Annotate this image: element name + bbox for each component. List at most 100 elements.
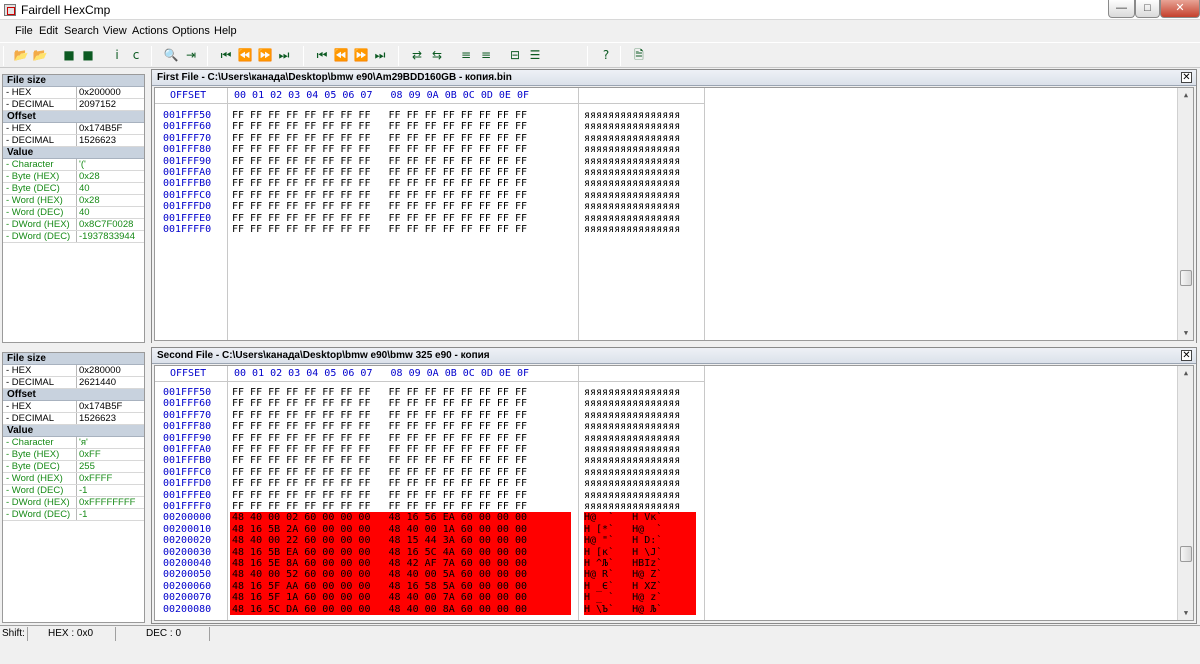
stop-icon[interactable]: ■: [60, 46, 78, 64]
menu-actions[interactable]: Actions: [132, 25, 168, 37]
row-ascii[interactable]: яяяяяяяяяяяяяяяя: [584, 224, 696, 235]
split-view-icon[interactable]: ⊟: [506, 46, 524, 64]
row-ascii[interactable]: яяяяяяяяяяяяяяяя: [584, 455, 696, 466]
row-hex-bytes[interactable]: FF FF FF FF FF FF FF FF FF FF FF FF FF F…: [230, 478, 571, 489]
open-first-icon[interactable]: 📂: [12, 46, 30, 64]
row-hex-bytes[interactable]: FF FF FF FF FF FF FF FF FF FF FF FF FF F…: [230, 156, 571, 167]
list-icon[interactable]: ☰: [526, 46, 544, 64]
row-ascii[interactable]: яяяяяяяяяяяяяяяя: [584, 421, 696, 432]
close-button[interactable]: ✕: [1160, 0, 1200, 18]
row-hex-bytes[interactable]: FF FF FF FF FF FF FF FF FF FF FF FF FF F…: [230, 167, 571, 178]
sync-right-icon[interactable]: ⇆: [428, 46, 446, 64]
find-icon[interactable]: 🔍: [162, 46, 180, 64]
row-ascii[interactable]: яяяяяяяяяяяяяяяя: [584, 410, 696, 421]
row-ascii[interactable]: яяяяяяяяяяяяяяяя: [584, 121, 696, 132]
menu-options[interactable]: Options: [172, 25, 210, 37]
row-hex-bytes[interactable]: 48 16 5B 2A 60 00 00 00 48 40 00 1A 60 0…: [230, 523, 571, 536]
first-file-hex-view[interactable]: OFFSET 00 01 02 03 04 05 06 07 08 09 0A …: [154, 87, 1194, 341]
row-hex-bytes[interactable]: FF FF FF FF FF FF FF FF FF FF FF FF FF F…: [230, 455, 571, 466]
row-ascii[interactable]: яяяяяяяяяяяяяяяя: [584, 178, 696, 189]
row-ascii[interactable]: яяяяяяяяяяяяяяяя: [584, 467, 696, 478]
menu-edit[interactable]: Edit: [39, 25, 58, 37]
maximize-button[interactable]: □: [1135, 0, 1160, 18]
row-hex-bytes[interactable]: FF FF FF FF FF FF FF FF FF FF FF FF FF F…: [230, 398, 571, 409]
close-pane-icon[interactable]: ✕: [1181, 72, 1192, 83]
row-ascii[interactable]: яяяяяяяяяяяяяяяя: [584, 501, 696, 512]
row-ascii[interactable]: H _Є` H XZ`: [584, 580, 696, 593]
row-hex-bytes[interactable]: FF FF FF FF FF FF FF FF FF FF FF FF FF F…: [230, 444, 571, 455]
row-ascii[interactable]: яяяяяяяяяяяяяяяя: [584, 190, 696, 201]
row-ascii[interactable]: яяяяяяяяяяяяяяяя: [584, 144, 696, 155]
row-hex-bytes[interactable]: FF FF FF FF FF FF FF FF FF FF FF FF FF F…: [230, 213, 571, 224]
row-ascii[interactable]: H [к` H \J`: [584, 546, 696, 558]
open-second-icon[interactable]: 📂: [31, 46, 49, 64]
about-icon[interactable]: 🗎: [630, 46, 648, 64]
row-hex-bytes[interactable]: 48 16 5C DA 60 00 00 00 48 40 00 8A 60 0…: [230, 603, 571, 615]
menu-help[interactable]: Help: [214, 25, 237, 37]
scroll-up-icon[interactable]: ▲: [1178, 88, 1193, 102]
row-hex-bytes[interactable]: FF FF FF FF FF FF FF FF FF FF FF FF FF F…: [230, 421, 571, 432]
row-hex-bytes[interactable]: FF FF FF FF FF FF FF FF FF FF FF FF FF F…: [230, 190, 571, 201]
row-ascii[interactable]: яяяяяяяяяяяяяяяя: [584, 478, 696, 489]
prev-diff-2-icon[interactable]: ⏪: [332, 46, 350, 64]
row-ascii[interactable]: яяяяяяяяяяяяяяяя: [584, 387, 696, 398]
next-diff-icon[interactable]: ⏩: [256, 46, 274, 64]
row-hex-bytes[interactable]: FF FF FF FF FF FF FF FF FF FF FF FF FF F…: [230, 178, 571, 189]
row-hex-bytes[interactable]: FF FF FF FF FF FF FF FF FF FF FF FF FF F…: [230, 201, 571, 212]
row-hex-bytes[interactable]: FF FF FF FF FF FF FF FF FF FF FF FF FF F…: [230, 433, 571, 444]
scroll-down-icon[interactable]: ▼: [1178, 326, 1193, 340]
row-hex-bytes[interactable]: FF FF FF FF FF FF FF FF FF FF FF FF FF F…: [230, 133, 571, 144]
align-left-icon[interactable]: ≡: [457, 46, 475, 64]
row-hex-bytes[interactable]: FF FF FF FF FF FF FF FF FF FF FF FF FF F…: [230, 410, 571, 421]
row-hex-bytes[interactable]: FF FF FF FF FF FF FF FF FF FF FF FF FF F…: [230, 490, 571, 501]
row-ascii[interactable]: яяяяяяяяяяяяяяяя: [584, 133, 696, 144]
row-hex-bytes[interactable]: 48 40 00 22 60 00 00 00 48 15 44 3A 60 0…: [230, 535, 571, 547]
row-ascii[interactable]: яяяяяяяяяяяяяяяя: [584, 490, 696, 501]
row-ascii[interactable]: яяяяяяяяяяяяяяяя: [584, 444, 696, 455]
row-ascii[interactable]: H \Ъ` H@ Љ`: [584, 603, 696, 615]
row-ascii[interactable]: H _ ` H@ z`: [584, 592, 696, 604]
second-file-hex-view[interactable]: OFFSET 00 01 02 03 04 05 06 07 08 09 0A …: [154, 365, 1194, 621]
minimize-button[interactable]: —: [1108, 0, 1135, 18]
compare-icon[interactable]: c: [127, 46, 145, 64]
stop-second-icon[interactable]: ■: [79, 46, 97, 64]
first-file-scrollbar[interactable]: ▲ ▼: [1177, 88, 1193, 340]
find-next-icon[interactable]: ⇥: [182, 46, 200, 64]
close-pane-icon[interactable]: ✕: [1181, 350, 1192, 361]
row-hex-bytes[interactable]: 48 16 5F AA 60 00 00 00 48 16 58 5A 60 0…: [230, 580, 571, 593]
row-ascii[interactable]: H [*` H@ `: [584, 523, 696, 536]
row-ascii[interactable]: яяяяяяяяяяяяяяяя: [584, 167, 696, 178]
info-icon[interactable]: i: [108, 46, 126, 64]
last-diff-icon[interactable]: ⏭: [275, 46, 293, 64]
row-hex-bytes[interactable]: FF FF FF FF FF FF FF FF FF FF FF FF FF F…: [230, 121, 571, 132]
align-right-icon[interactable]: ≡: [477, 46, 495, 64]
row-hex-bytes[interactable]: 48 16 5F 1A 60 00 00 00 48 40 00 7A 60 0…: [230, 592, 571, 604]
menu-search[interactable]: Search: [64, 25, 99, 37]
first-diff-2-icon[interactable]: ⏮: [313, 46, 331, 64]
row-ascii[interactable]: яяяяяяяяяяяяяяяя: [584, 213, 696, 224]
first-diff-icon[interactable]: ⏮: [217, 46, 235, 64]
row-hex-bytes[interactable]: 48 16 5B EA 60 00 00 00 48 16 5C 4A 60 0…: [230, 546, 571, 558]
row-hex-bytes[interactable]: FF FF FF FF FF FF FF FF FF FF FF FF FF F…: [230, 501, 571, 512]
row-ascii[interactable]: яяяяяяяяяяяяяяяя: [584, 110, 696, 121]
next-diff-2-icon[interactable]: ⏩: [352, 46, 370, 64]
row-ascii[interactable]: H@ R` H@ Z`: [584, 569, 696, 581]
row-hex-bytes[interactable]: 48 16 5E 8A 60 00 00 00 48 42 AF 7A 60 0…: [230, 558, 571, 570]
row-ascii[interactable]: яяяяяяяяяяяяяяяя: [584, 201, 696, 212]
menu-file[interactable]: File: [15, 25, 33, 37]
row-ascii[interactable]: яяяяяяяяяяяяяяяя: [584, 433, 696, 444]
prev-diff-icon[interactable]: ⏪: [236, 46, 254, 64]
sync-left-icon[interactable]: ⇄: [408, 46, 426, 64]
row-hex-bytes[interactable]: FF FF FF FF FF FF FF FF FF FF FF FF FF F…: [230, 144, 571, 155]
scroll-up-icon[interactable]: ▲: [1178, 366, 1193, 380]
row-hex-bytes[interactable]: FF FF FF FF FF FF FF FF FF FF FF FF FF F…: [230, 224, 571, 235]
second-file-scrollbar[interactable]: ▲ ▼: [1177, 366, 1193, 620]
last-diff-2-icon[interactable]: ⏭: [371, 46, 389, 64]
row-ascii[interactable]: H ^Љ` HBЇz`: [584, 558, 696, 570]
row-hex-bytes[interactable]: FF FF FF FF FF FF FF FF FF FF FF FF FF F…: [230, 110, 571, 121]
row-ascii[interactable]: H@ "` H D:`: [584, 535, 696, 547]
row-ascii[interactable]: яяяяяяяяяяяяяяяя: [584, 398, 696, 409]
help-icon[interactable]: ?: [597, 46, 615, 64]
row-hex-bytes[interactable]: FF FF FF FF FF FF FF FF FF FF FF FF FF F…: [230, 467, 571, 478]
menu-view[interactable]: View: [103, 25, 127, 37]
